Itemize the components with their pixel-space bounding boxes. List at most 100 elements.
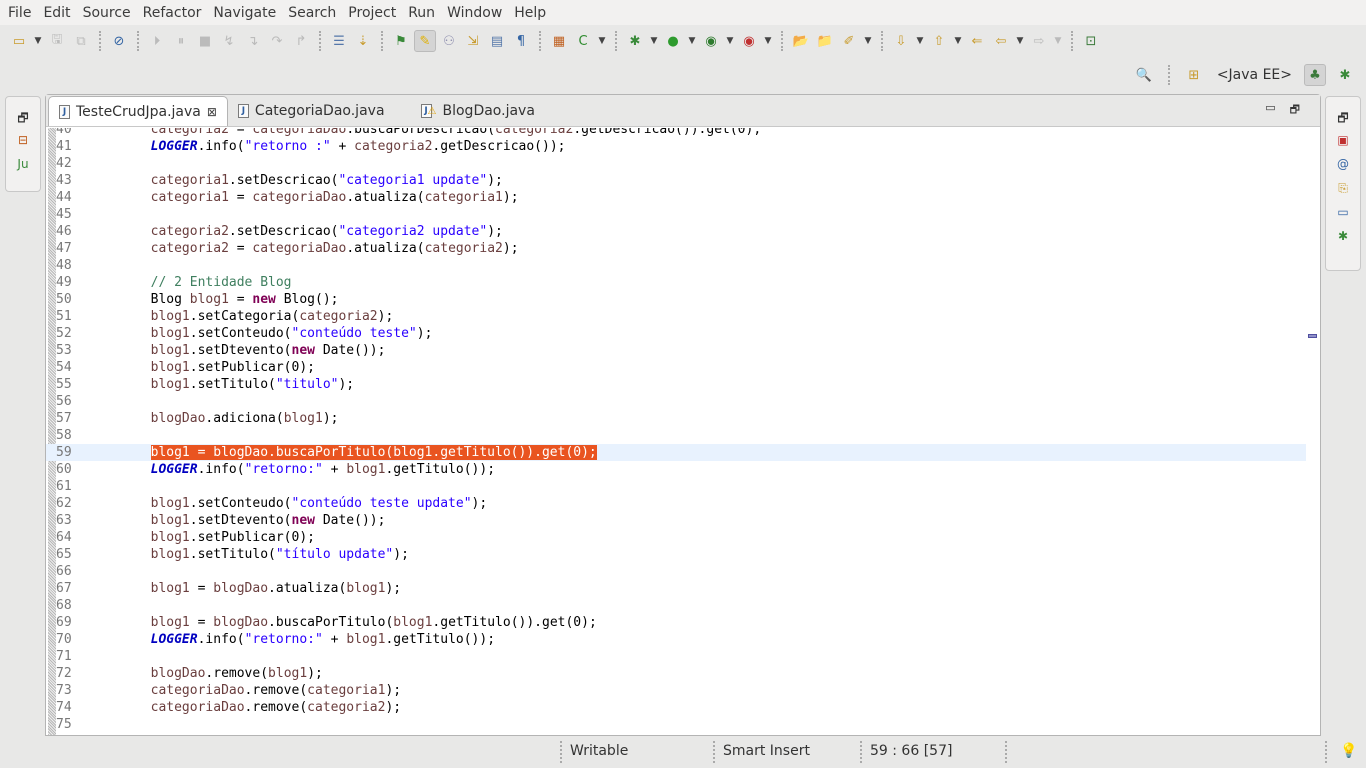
dropdown-arrow-icon[interactable]: ▼	[1014, 36, 1026, 46]
java-ee-perspective-icon[interactable]: ♣	[1304, 64, 1326, 86]
code-line[interactable]: 62 blog1.setConteudo("conteúdo teste upd…	[46, 495, 1306, 512]
show-source-icon[interactable]: ▤	[486, 30, 508, 52]
back-icon[interactable]: ⇦	[990, 30, 1012, 52]
dropdown-arrow-icon[interactable]: ▼	[952, 36, 964, 46]
coverage-icon[interactable]: ◉	[700, 30, 722, 52]
code-line[interactable]: 74 categoriaDao.remove(categoria2);	[46, 699, 1306, 716]
code-line[interactable]: 75	[46, 716, 1306, 733]
menu-run[interactable]: Run	[402, 5, 441, 21]
new-java-project-icon[interactable]: ⚑	[390, 30, 412, 52]
show-whitespace-icon[interactable]: ¶	[510, 30, 532, 52]
resume-icon[interactable]: ⏵	[146, 30, 168, 52]
maximize-icon[interactable]: 🗗	[1290, 101, 1300, 120]
pin-editor-icon[interactable]: ⊡	[1080, 30, 1102, 52]
menu-edit[interactable]: Edit	[37, 5, 76, 21]
dropdown-arrow-icon[interactable]: ▼	[648, 36, 660, 46]
server-icon[interactable]: ☰	[328, 30, 350, 52]
dropdown-arrow-icon[interactable]: ▼	[1052, 36, 1064, 46]
code-line[interactable]: 46 categoria2.setDescricao("categoria2 u…	[46, 223, 1306, 240]
debug-icon[interactable]: ✱	[624, 30, 646, 52]
code-line[interactable]: 53 blog1.setDtevento(new Date());	[46, 342, 1306, 359]
code-line[interactable]: 48	[46, 257, 1306, 274]
last-edit-icon[interactable]: ⇐	[966, 30, 988, 52]
code-line[interactable]: 61	[46, 478, 1306, 495]
menu-help[interactable]: Help	[508, 5, 552, 21]
code-line[interactable]: 57 blogDao.adiciona(blog1);	[46, 410, 1306, 427]
step-over-icon[interactable]: ↷	[266, 30, 288, 52]
terminate-icon[interactable]: ■	[194, 30, 216, 52]
overview-marker[interactable]	[1308, 334, 1317, 338]
code-line[interactable]: 59 blog1 = blogDao.buscaPorTitulo(blog1.…	[46, 444, 1306, 461]
forward-icon[interactable]: ⇨	[1028, 30, 1050, 52]
restore-icon[interactable]: 🗗	[15, 109, 31, 125]
console-icon[interactable]: ▭	[1335, 205, 1351, 221]
dropdown-arrow-icon[interactable]: ▼	[762, 36, 774, 46]
code-line[interactable]: 64 blog1.setPublicar(0);	[46, 529, 1306, 546]
dropdown-arrow-icon[interactable]: ▼	[862, 36, 874, 46]
code-line[interactable]: 66	[46, 563, 1306, 580]
menu-source[interactable]: Source	[77, 5, 137, 21]
disconnect-icon[interactable]: ↯	[218, 30, 240, 52]
open-task-icon[interactable]: 📁	[814, 30, 836, 52]
dropdown-arrow-icon[interactable]: ▼	[32, 36, 44, 46]
code-line[interactable]: 69 blog1 = blogDao.buscaPorTitulo(blog1.…	[46, 614, 1306, 631]
tab-testecrudjpa-java[interactable]: J TesteCrudJpa.java ⊠	[48, 96, 228, 126]
code-line[interactable]: 63 blog1.setDtevento(new Date());	[46, 512, 1306, 529]
package-explorer-icon[interactable]: ⊟	[15, 133, 31, 149]
external-tools-icon[interactable]: ◉	[738, 30, 760, 52]
debug-view-icon[interactable]: ✱	[1335, 229, 1351, 245]
step-into-icon[interactable]: ↴	[242, 30, 264, 52]
menu-navigate[interactable]: Navigate	[207, 5, 282, 21]
menu-refactor[interactable]: Refactor	[137, 5, 208, 21]
code-line[interactable]: 71	[46, 648, 1306, 665]
overview-ruler[interactable]	[1306, 128, 1320, 735]
dropdown-arrow-icon[interactable]: ▼	[914, 36, 926, 46]
outline-icon[interactable]: ▣	[1335, 133, 1351, 149]
open-perspective-icon[interactable]: ⊞	[1183, 64, 1205, 86]
tab-blogdao-java[interactable]: J ⚠ BlogDao.java	[411, 96, 545, 126]
show-block-icon[interactable]: ⇲	[462, 30, 484, 52]
menu-search[interactable]: Search	[282, 5, 342, 21]
dropdown-arrow-icon[interactable]: ▼	[686, 36, 698, 46]
code-line[interactable]: 43 categoria1.setDescricao("categoria1 u…	[46, 172, 1306, 189]
save-icon[interactable]: 🖫	[46, 30, 68, 52]
save-all-icon[interactable]: ⧉	[70, 30, 92, 52]
code-line[interactable]: 50 Blog blog1 = new Blog();	[46, 291, 1306, 308]
prev-annotation-icon[interactable]: ⇧	[928, 30, 950, 52]
javadoc-icon[interactable]: @	[1335, 157, 1351, 173]
code-line[interactable]: 67 blog1 = blogDao.atualiza(blog1);	[46, 580, 1306, 597]
code-line[interactable]: 47 categoria2 = categoriaDao.atualiza(ca…	[46, 240, 1306, 257]
code-line[interactable]: 70 LOGGER.info("retorno:" + blog1.getTit…	[46, 631, 1306, 648]
code-line[interactable]: 45	[46, 206, 1306, 223]
code-line[interactable]: 65 blog1.setTitulo("título update");	[46, 546, 1306, 563]
code-line[interactable]: 52 blog1.setConteudo("conteúdo teste");	[46, 325, 1306, 342]
menu-project[interactable]: Project	[342, 5, 402, 21]
menu-window[interactable]: Window	[441, 5, 508, 21]
code-line[interactable]: 73 categoriaDao.remove(categoria1);	[46, 682, 1306, 699]
code-line[interactable]: 44 categoria1 = categoriaDao.atualiza(ca…	[46, 189, 1306, 206]
run-icon[interactable]: ●	[662, 30, 684, 52]
dropdown-arrow-icon[interactable]: ▼	[724, 36, 736, 46]
search-icon[interactable]: 🔍	[1133, 64, 1155, 86]
perspective-label[interactable]: <Java EE>	[1217, 67, 1292, 83]
code-line[interactable]: 40 categoria2 = categoriaDao.buscaPorDes…	[46, 128, 1306, 138]
code-editor[interactable]: 40 categoria2 = categoriaDao.buscaPorDes…	[46, 128, 1320, 735]
step-return-icon[interactable]: ↱	[290, 30, 312, 52]
code-line[interactable]: 56	[46, 393, 1306, 410]
code-line[interactable]: 51 blog1.setCategoria(categoria2);	[46, 308, 1306, 325]
tab-categoriadao-java[interactable]: J CategoriaDao.java	[228, 96, 395, 126]
suspend-icon[interactable]: ⏸	[170, 30, 192, 52]
publish-icon[interactable]: ⇣	[352, 30, 374, 52]
search-tool-icon[interactable]: ✐	[838, 30, 860, 52]
tip-lightbulb-icon[interactable]: 💡	[1340, 743, 1357, 759]
code-line[interactable]: 68	[46, 597, 1306, 614]
code-line[interactable]: 55 blog1.setTitulo("titulo");	[46, 376, 1306, 393]
dropdown-arrow-icon[interactable]: ▼	[596, 36, 608, 46]
next-annotation-icon[interactable]: ⇩	[890, 30, 912, 52]
restore-icon[interactable]: 🗗	[1335, 109, 1351, 125]
new-class-icon[interactable]: C	[572, 30, 594, 52]
code-line[interactable]: 60 LOGGER.info("retorno:" + blog1.getTit…	[46, 461, 1306, 478]
team-icon[interactable]: ⚇	[438, 30, 460, 52]
minimize-icon[interactable]: ▭	[1265, 101, 1275, 120]
open-type-icon[interactable]: 📂	[790, 30, 812, 52]
